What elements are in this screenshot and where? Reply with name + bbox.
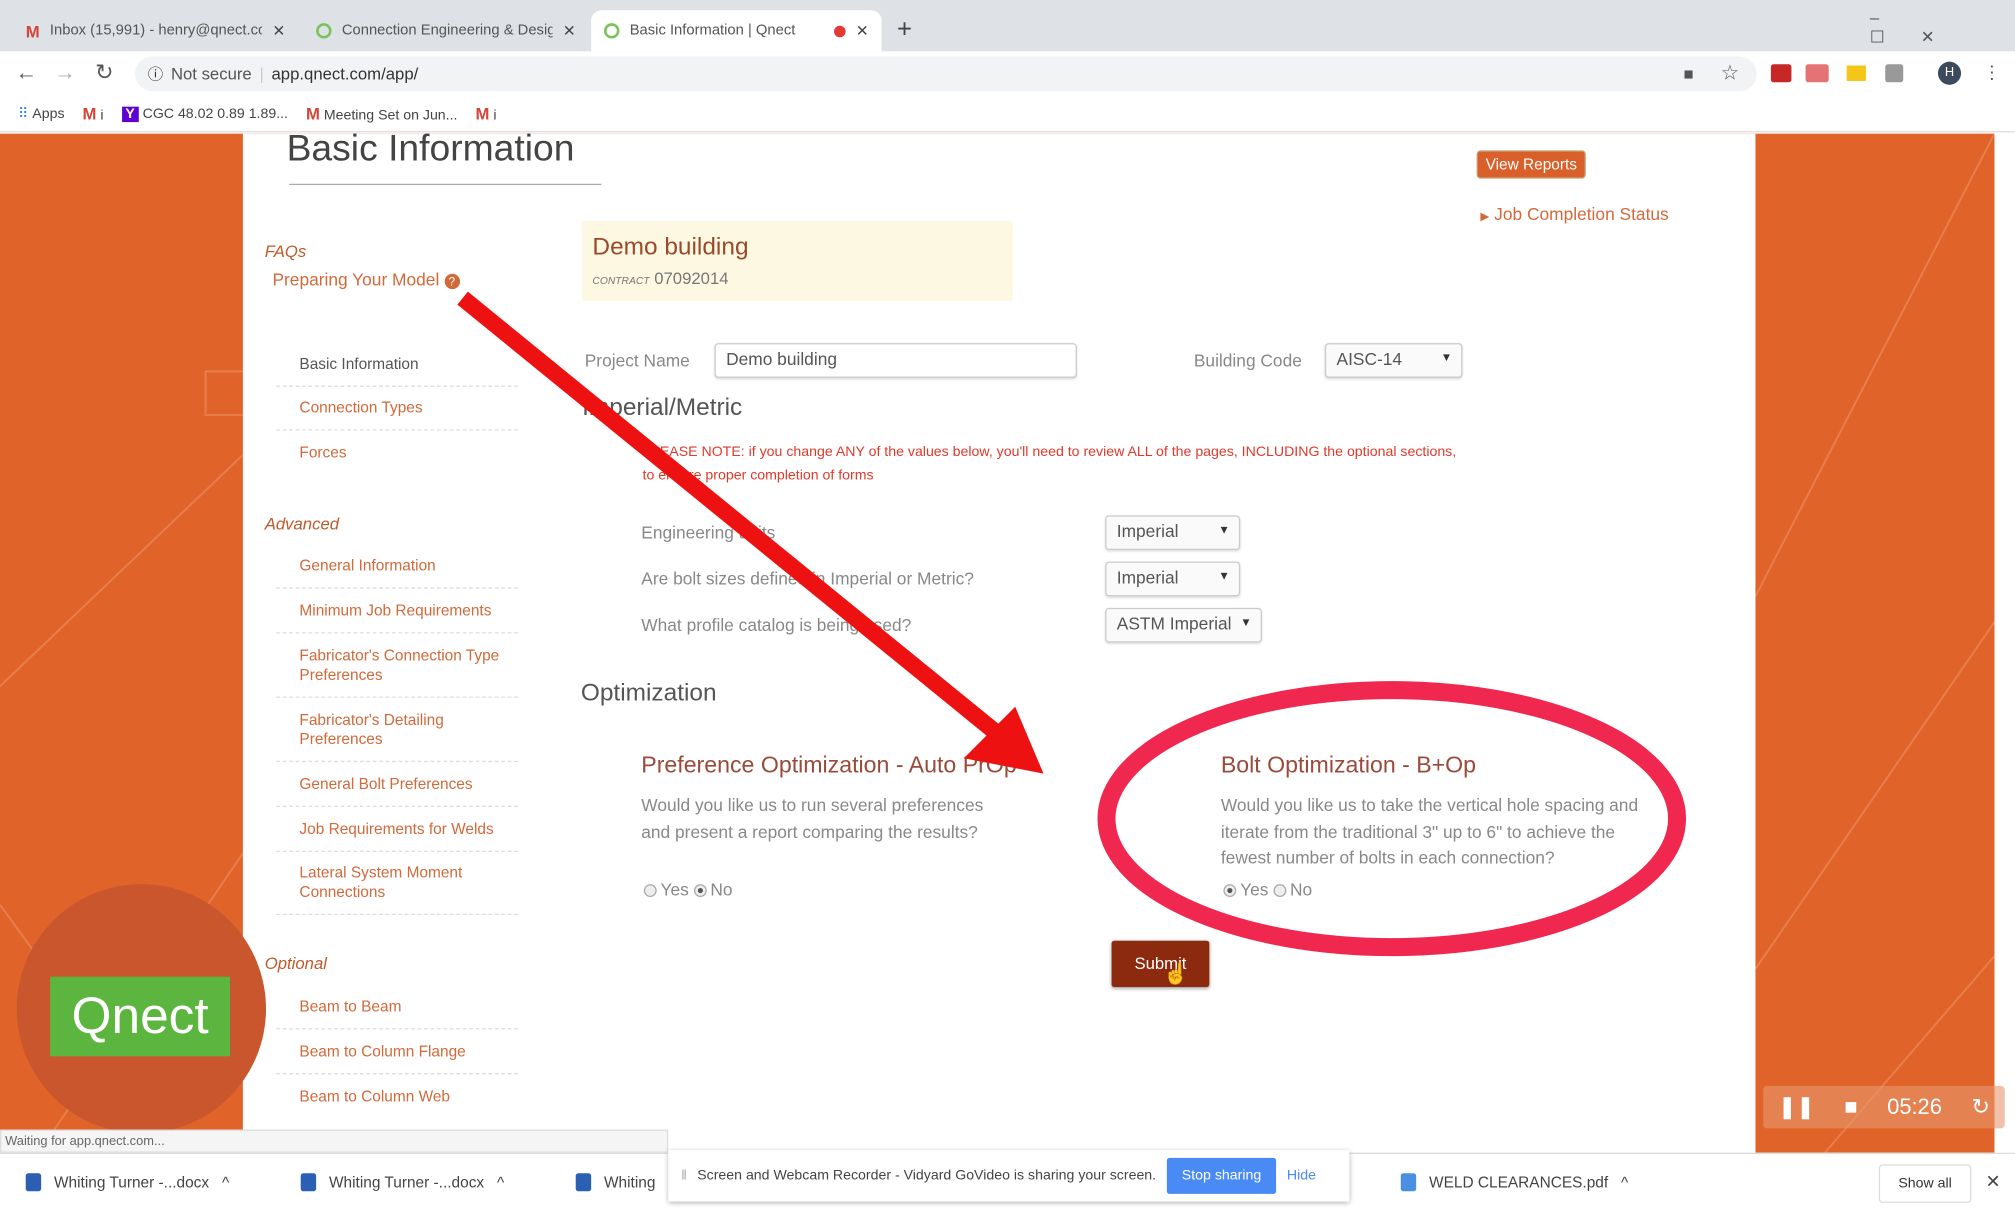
drag-handle-icon[interactable]: ‖ — [681, 1168, 687, 1183]
red-arrow-annotation — [457, 291, 1044, 774]
qnect-logo: Qnect — [50, 976, 231, 1057]
show-all-button[interactable]: Show all — [1878, 1164, 1972, 1203]
chevron-up-icon: ^ — [496, 1173, 505, 1192]
red-circle-annotation — [1097, 681, 1687, 957]
close-download-bar-icon[interactable]: ✕ — [1985, 1171, 2000, 1193]
word-doc-icon — [575, 1173, 592, 1192]
download-item[interactable]: WELD CLEARANCES.pdf ^ — [1400, 1173, 1629, 1192]
screen-share-bar: ‖ Screen and Webcam Recorder - Vidyard G… — [668, 1150, 1350, 1202]
share-message: Screen and Webcam Recorder - Vidyard GoV… — [697, 1168, 1157, 1184]
pdf-icon — [1400, 1173, 1417, 1192]
annotation-overlay — [457, 291, 1687, 957]
recorder-widget: ❚❚ ■ 05:26 ↻ — [1763, 1085, 2005, 1129]
pause-icon[interactable]: ❚❚ — [1778, 1094, 1815, 1120]
word-doc-icon — [300, 1173, 317, 1192]
hide-button[interactable]: Hide — [1287, 1168, 1316, 1183]
restart-icon[interactable]: ↻ — [1972, 1094, 1990, 1120]
download-item[interactable]: Whiting Turner -...docx ^ — [25, 1173, 230, 1192]
word-doc-icon — [25, 1173, 42, 1192]
download-item[interactable]: Whiting Turner -...docx ^ — [300, 1173, 505, 1192]
stop-icon[interactable]: ■ — [1844, 1094, 1857, 1120]
download-item[interactable]: Whiting — [575, 1173, 655, 1192]
chevron-up-icon: ^ — [1621, 1173, 1629, 1192]
recorder-time: 05:26 — [1887, 1094, 1942, 1119]
stop-sharing-button[interactable]: Stop sharing — [1166, 1157, 1277, 1194]
chevron-up-icon: ^ — [221, 1173, 230, 1192]
status-bar: Waiting for app.qnect.com... — [0, 1129, 669, 1153]
